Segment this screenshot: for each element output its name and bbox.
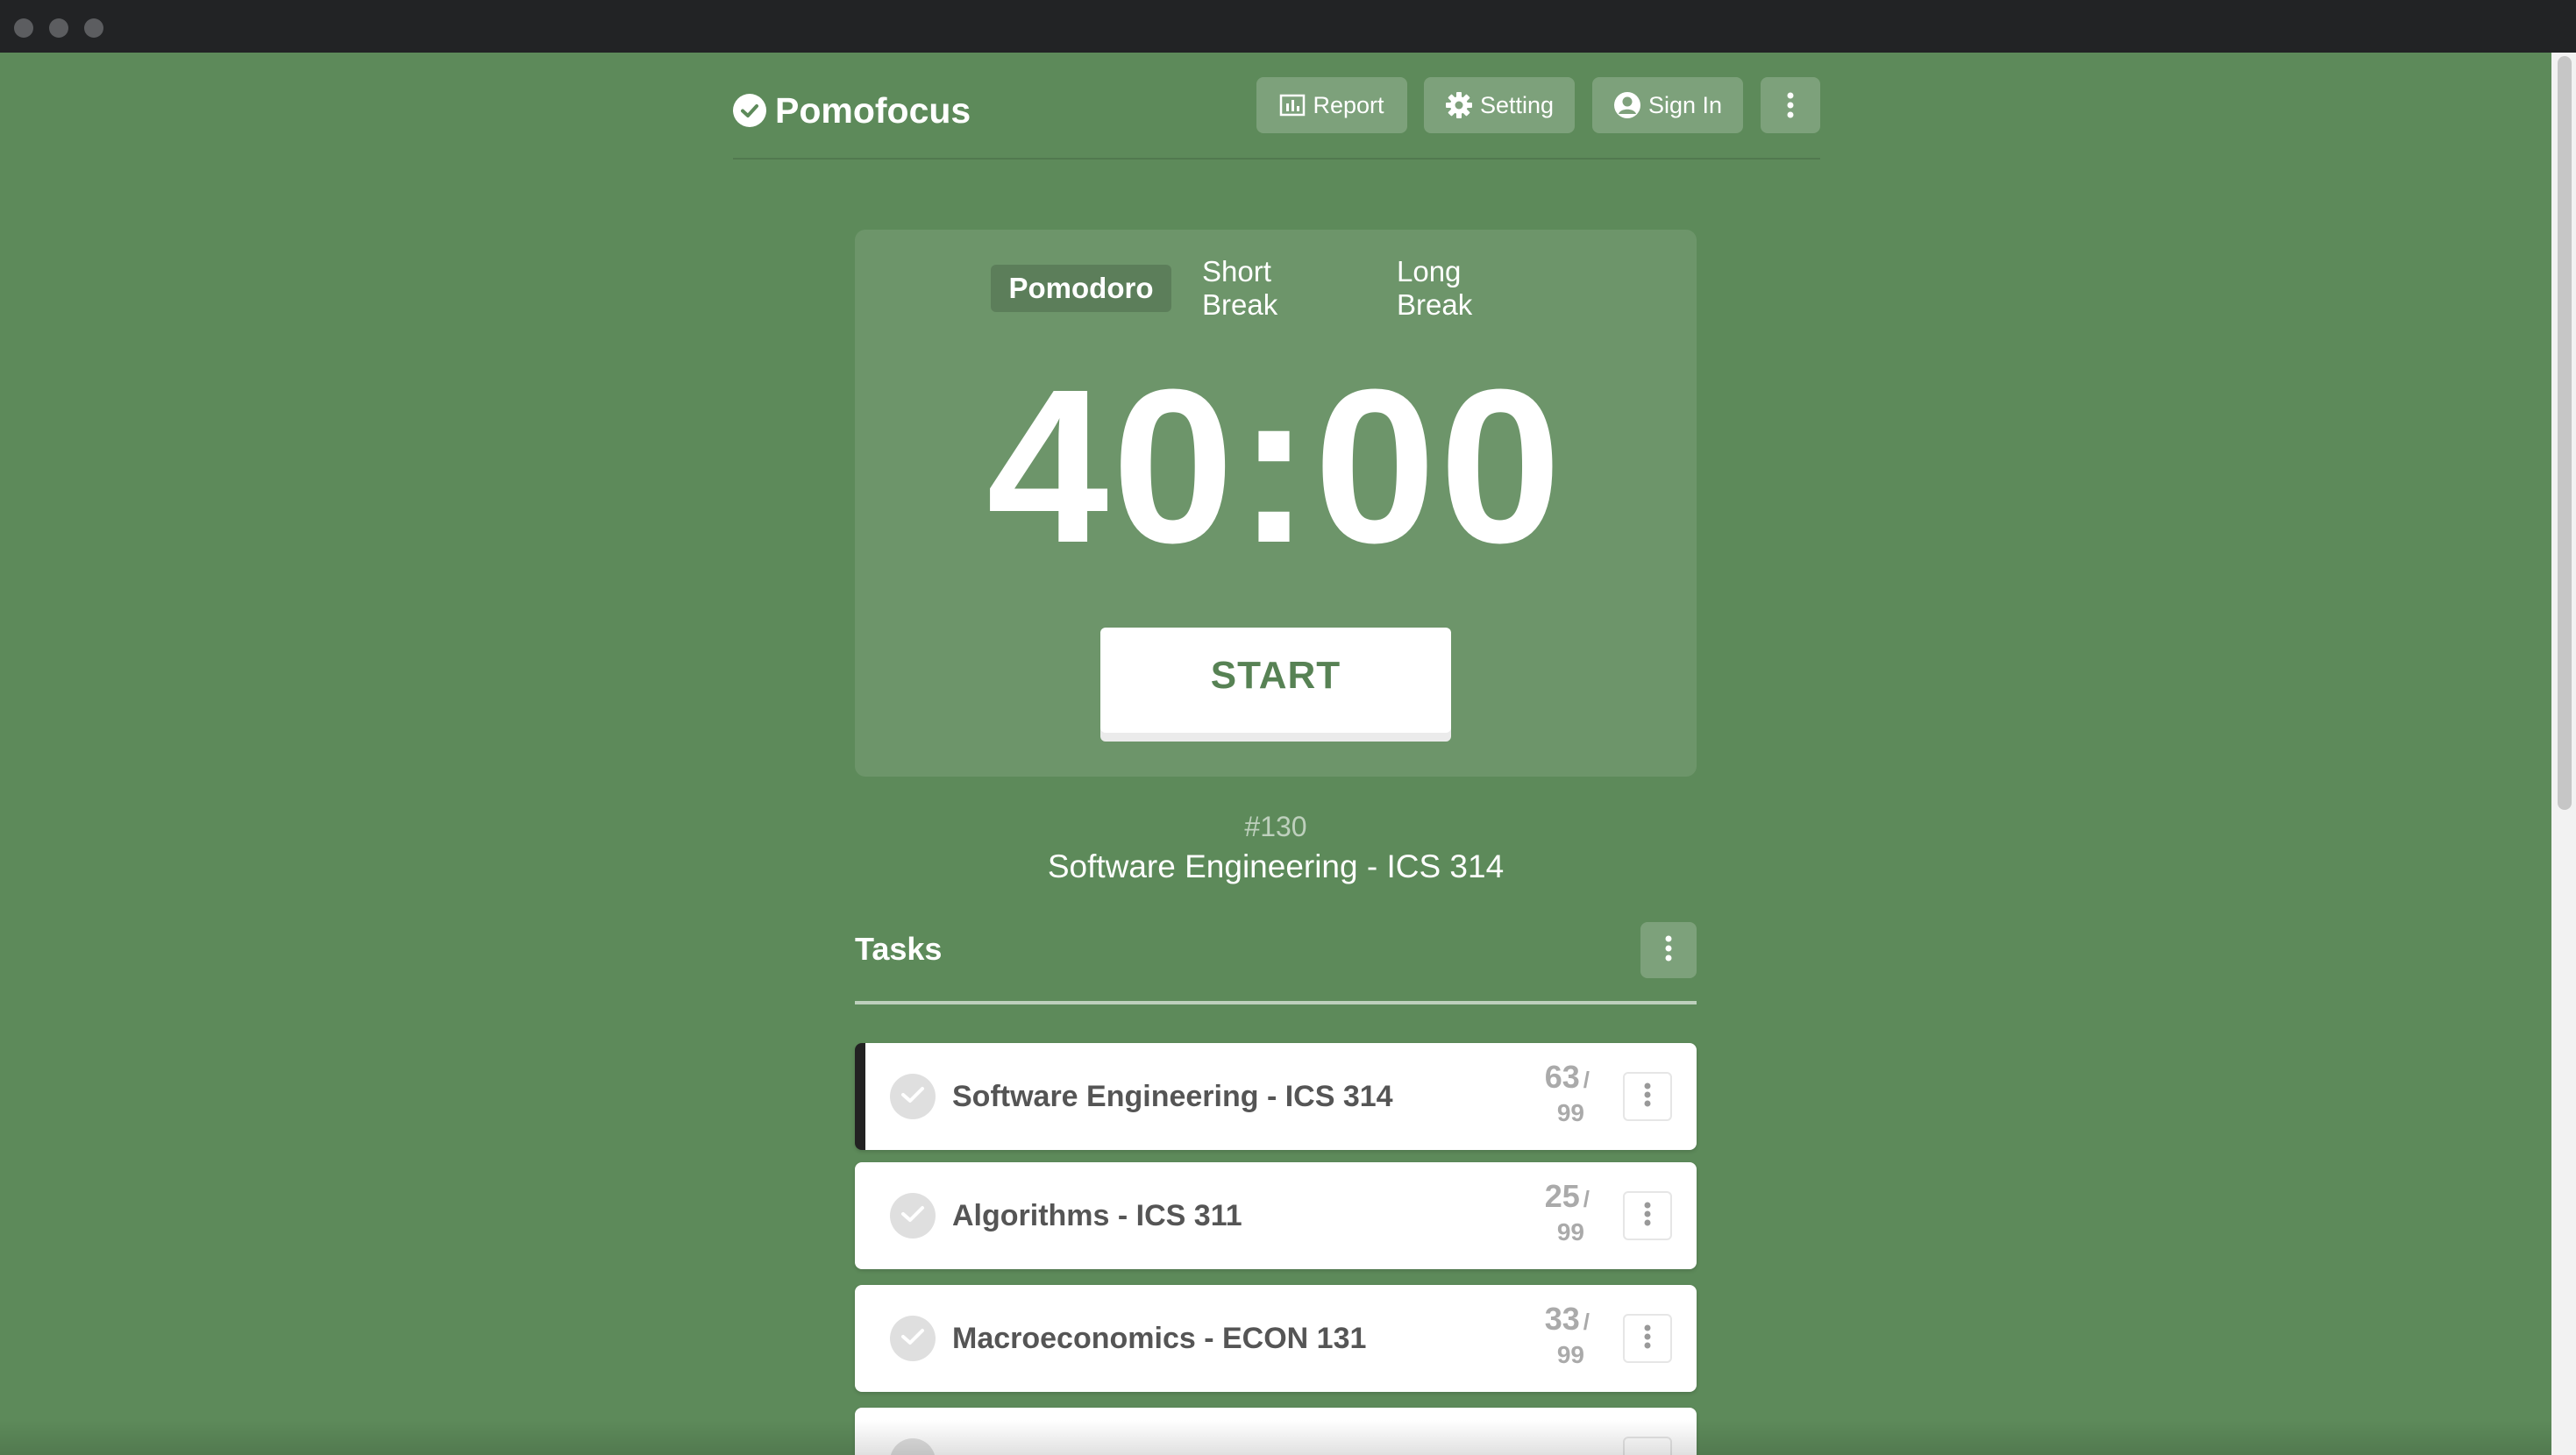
sign-in-label: Sign In <box>1647 91 1723 118</box>
kebab-icon <box>1786 91 1795 119</box>
sign-in-button[interactable]: Sign In <box>1592 77 1743 133</box>
pomodoro-count[interactable]: #130 <box>855 811 1697 843</box>
task-check-button[interactable] <box>890 1316 936 1361</box>
task-item-software-engineering[interactable]: Software Engineering - ICS 314 63/ 99 <box>855 1043 1697 1150</box>
kebab-icon <box>1664 934 1673 967</box>
logo[interactable]: Pomofocus <box>733 84 971 137</box>
tab-long-break[interactable]: Long Break <box>1376 255 1551 321</box>
window-close-button[interactable] <box>14 18 33 38</box>
tab-pomodoro[interactable]: Pomodoro <box>991 265 1171 312</box>
task-item-macroeconomics[interactable]: Macroeconomics - ECON 131 33/ 99 <box>855 1285 1697 1392</box>
tab-short-break[interactable]: Short Break <box>1181 255 1365 321</box>
tasks-title: Tasks <box>855 931 943 967</box>
app-header: Pomofocus Report Setting Sign In <box>733 77 1820 160</box>
gear-icon <box>1445 91 1473 119</box>
setting-button[interactable]: Setting <box>1424 77 1575 133</box>
task-menu-button[interactable] <box>1623 1314 1672 1363</box>
window-minimize-button[interactable] <box>49 18 68 38</box>
task-check-button[interactable] <box>890 1438 936 1455</box>
task-total-count: 99 <box>1556 1099 1584 1126</box>
tasks-menu-button[interactable] <box>1640 922 1697 978</box>
timer-display: 40:00 <box>986 344 1565 588</box>
task-done-count: 33 <box>1544 1301 1580 1337</box>
task-pomodoro-count: 25/ 99 <box>1544 1178 1590 1246</box>
task-done-count: 25 <box>1544 1178 1580 1214</box>
task-menu-button[interactable] <box>1623 1072 1672 1121</box>
report-label: Report <box>1313 91 1384 118</box>
more-menu-button[interactable] <box>1761 77 1820 133</box>
task-done-count: 63 <box>1544 1059 1580 1095</box>
kebab-icon <box>1643 1082 1652 1112</box>
task-name: Algorithms - ICS 311 <box>952 1198 1242 1232</box>
window-titlebar <box>0 0 2576 53</box>
check-icon <box>900 1327 925 1351</box>
report-button[interactable]: Report <box>1256 77 1407 133</box>
task-item-algorithms[interactable]: Algorithms - ICS 311 25/ 99 <box>855 1162 1697 1269</box>
current-task-title: Software Engineering - ICS 314 <box>1047 848 1505 884</box>
check-icon <box>900 1204 925 1228</box>
app-name: Pomofocus <box>775 89 971 131</box>
task-check-button[interactable] <box>890 1074 936 1119</box>
task-total-count: 99 <box>1556 1341 1584 1368</box>
tasks-header: Tasks <box>855 922 1697 1004</box>
scrollbar-thumb[interactable] <box>2558 56 2572 810</box>
task-name: Software Engineering - ICS 314 <box>952 1079 1393 1113</box>
kebab-icon <box>1643 1324 1652 1354</box>
check-circle-icon <box>733 94 766 127</box>
task-total-count: 99 <box>1556 1218 1584 1246</box>
task-check-button[interactable] <box>890 1193 936 1239</box>
task-item-partial[interactable] <box>855 1408 1697 1455</box>
task-pomodoro-count: 33/ 99 <box>1544 1301 1590 1368</box>
task-menu-button[interactable] <box>1623 1191 1672 1240</box>
task-pomodoro-count: 63/ 99 <box>1544 1059 1590 1126</box>
bar-chart-icon <box>1279 94 1306 117</box>
task-name: Macroeconomics - ECON 131 <box>952 1321 1367 1355</box>
window-zoom-button[interactable] <box>84 18 103 38</box>
task-menu-button[interactable] <box>1623 1437 1672 1455</box>
start-button[interactable]: START <box>1100 628 1451 733</box>
user-circle-icon <box>1613 91 1641 119</box>
check-icon <box>900 1085 925 1109</box>
kebab-icon <box>1643 1201 1652 1231</box>
setting-label: Setting <box>1479 91 1555 118</box>
timer-card: Pomodoro Short Break Long Break 40:00 ST… <box>855 230 1697 777</box>
